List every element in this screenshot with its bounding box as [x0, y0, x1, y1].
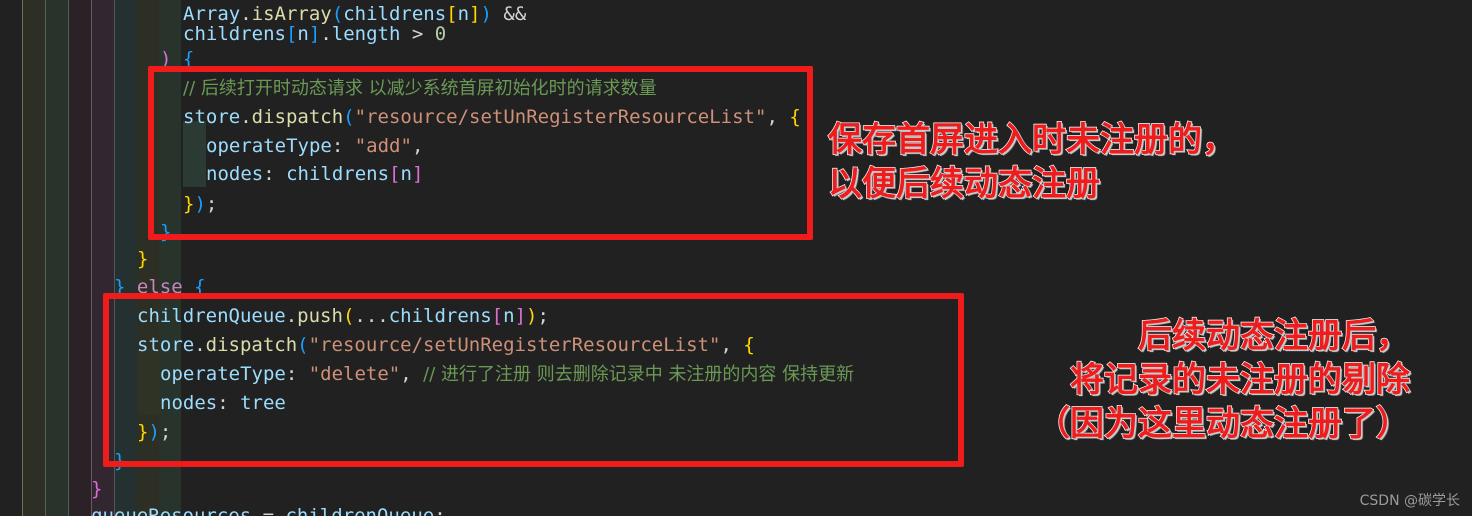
highlight-box-top	[148, 66, 813, 240]
code-token: [	[446, 3, 458, 25]
note-bottom-line-1: 将记录的未注册的剔除	[1069, 359, 1410, 400]
code-token: n	[457, 3, 470, 25]
highlight-box-bottom	[103, 293, 964, 467]
code-token: 0	[434, 23, 447, 45]
code-line[interactable]: }	[0, 245, 148, 273]
code-line[interactable]: childrens[n].length > 0	[0, 20, 446, 48]
code-line[interactable]: }	[0, 475, 102, 503]
code-token: [	[285, 23, 298, 45]
code-token: &&	[491, 3, 538, 25]
note-bottom: 后续动态注册后， 将记录的未注册的剔除 （因为这里动态注册了）	[986, 314, 1410, 446]
code-editor-canvas[interactable]: Array.isArray(childrens[n]) && childrens…	[0, 0, 1472, 516]
note-bottom-line-0: 后续动态注册后，	[1137, 315, 1410, 356]
code-token: queueResources	[91, 505, 252, 516]
code-token: .	[320, 23, 332, 45]
code-token: length	[331, 23, 401, 45]
code-token: ]	[469, 3, 481, 25]
code-token: n	[297, 23, 309, 45]
code-token: =	[251, 505, 286, 516]
code-token: childrenQueue	[285, 505, 435, 516]
code-token: }	[137, 248, 149, 270]
code-token: childrens	[183, 23, 286, 45]
code-token: }	[91, 478, 103, 500]
code-token: ]	[308, 23, 321, 45]
code-line[interactable]: }	[0, 218, 171, 246]
note-top: 保存首屏进入时未注册的， 以便后续动态注册	[827, 118, 1236, 206]
code-token: )	[480, 3, 492, 25]
code-line[interactable]: queueResources = childrenQueue;	[0, 502, 446, 516]
note-bottom-line-2: （因为这里动态注册了）	[1035, 403, 1410, 444]
note-top-line-0: 保存首屏进入时未注册的，	[827, 119, 1236, 160]
code-token: ;	[434, 505, 446, 516]
note-top-line-1: 以便后续动态注册	[827, 163, 1100, 204]
code-token: >	[400, 23, 435, 45]
watermark-label: CSDN @碳学长	[1359, 493, 1460, 509]
